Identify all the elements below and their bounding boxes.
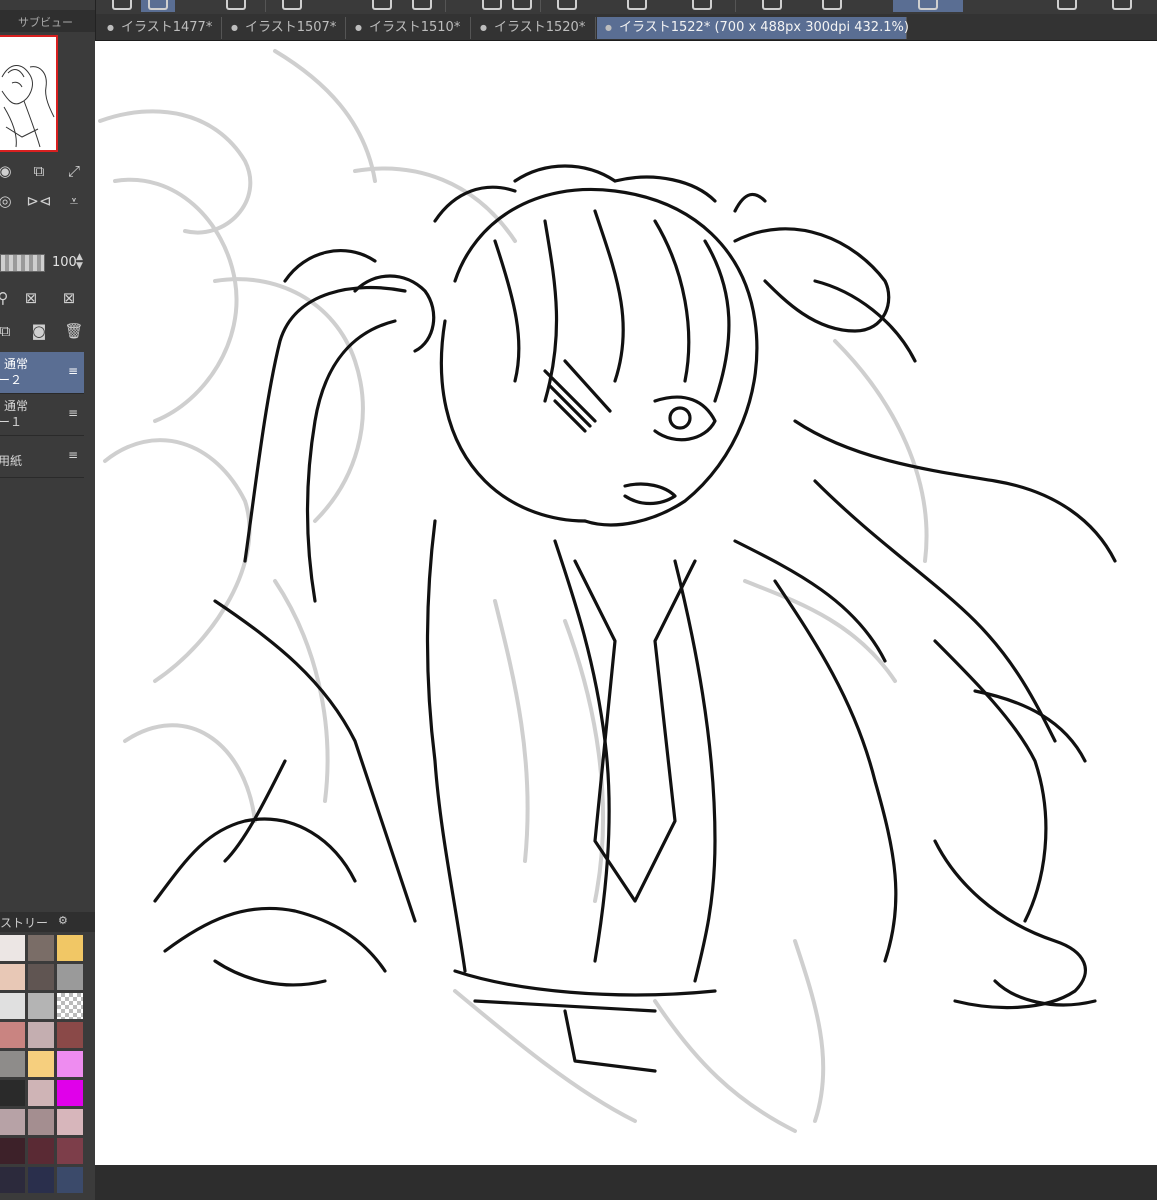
trash-icon[interactable]: 🗑: [61, 318, 87, 344]
layer-blend-mode: 通常: [4, 357, 29, 371]
color-swatch[interactable]: [0, 1051, 25, 1077]
layer-name: 用紙: [0, 454, 23, 468]
toolbar-button[interactable]: [405, 0, 439, 12]
toolbar-button[interactable]: [620, 0, 654, 12]
toolbar-button[interactable]: [275, 0, 309, 12]
toolbar-button[interactable]: [550, 0, 584, 12]
color-swatch[interactable]: [57, 1051, 83, 1077]
color-swatch[interactable]: [0, 1080, 25, 1106]
flip-vertical-icon[interactable]: ⩡: [61, 188, 87, 214]
palette-header: ストリー ⚙: [0, 912, 95, 932]
toolbar-button-active[interactable]: [141, 0, 175, 12]
color-swatch[interactable]: [57, 1167, 83, 1193]
drawing-canvas[interactable]: [95, 41, 1157, 1165]
toolbar-separator: [445, 0, 446, 12]
toolbar-button[interactable]: [219, 0, 253, 12]
color-swatch[interactable]: [0, 964, 25, 990]
layer-opacity-value: 100: [52, 255, 77, 270]
color-swatch[interactable]: [0, 935, 25, 961]
rotate-icon[interactable]: ◉: [0, 158, 18, 184]
mask-icon[interactable]: ◙: [26, 318, 52, 344]
toolbar-button[interactable]: [685, 0, 719, 12]
left-panel: サブビュー ◉ ⧉ ⤢ ◎ ⊳⊲ ⩡ 100 ▲ ▼ ⚲ ⊠ ⊠ ⧉ ◙ 🗑 通常…: [0, 0, 96, 1200]
tab-illust-1522[interactable]: イラスト1522* (700 x 488px 300dpi 432.1%): [597, 17, 909, 39]
sketch-artwork: [98, 49, 1117, 1133]
toolbar-separator: [540, 0, 541, 12]
color-swatch[interactable]: [57, 1109, 83, 1135]
color-swatch[interactable]: [57, 1022, 83, 1048]
top-toolbar: [95, 0, 1157, 14]
color-swatch[interactable]: [28, 964, 54, 990]
layer-item[interactable]: 通常 ー１ ≡: [0, 394, 84, 436]
color-swatch[interactable]: [57, 1080, 83, 1106]
toolbar-button[interactable]: [365, 0, 399, 12]
color-swatch[interactable]: [0, 1138, 25, 1164]
tab-illust-1507[interactable]: イラスト1507*: [223, 17, 346, 39]
flip-horizontal-icon[interactable]: ⊳⊲: [26, 188, 52, 214]
color-swatch[interactable]: [28, 1167, 54, 1193]
draft-layer-icon[interactable]: ⊠: [56, 285, 82, 311]
palette-settings-icon[interactable]: ⚙: [58, 914, 68, 927]
tab-illust-1520[interactable]: イラスト1520*: [472, 17, 596, 39]
layer-item[interactable]: 用紙 ≡: [0, 436, 84, 478]
transparent-color-swatch[interactable]: [57, 993, 83, 1019]
undo-button[interactable]: [475, 0, 509, 12]
document-tab-bar: イラスト1477* イラスト1507* イラスト1510* イラスト1520* …: [95, 14, 1157, 41]
reset-icon[interactable]: ◎: [0, 188, 18, 214]
copy-transform-icon[interactable]: ⧉: [26, 158, 52, 184]
color-swatch[interactable]: [57, 935, 83, 961]
palette-title: ストリー: [0, 916, 49, 930]
color-swatch[interactable]: [28, 1022, 54, 1048]
layer-menu-icon[interactable]: ≡: [68, 448, 78, 462]
toolbar-button[interactable]: [105, 0, 139, 12]
toolbar-button[interactable]: [1105, 0, 1139, 12]
color-swatch[interactable]: [28, 1080, 54, 1106]
layer-menu-icon[interactable]: ≡: [68, 364, 78, 378]
opacity-stepper-icon[interactable]: ▲ ▼: [76, 253, 83, 271]
tab-illust-1477[interactable]: イラスト1477*: [99, 17, 222, 39]
toolbar-button[interactable]: [1050, 0, 1084, 12]
layer-menu-icon[interactable]: ≡: [68, 406, 78, 420]
subview-thumbnail[interactable]: [0, 35, 58, 152]
toolbar-button-active[interactable]: [893, 0, 963, 12]
subview-title: サブビュー: [18, 16, 73, 29]
toolbar-button[interactable]: [755, 0, 789, 12]
toolbar-separator: [265, 0, 266, 12]
tab-illust-1510[interactable]: イラスト1510*: [347, 17, 471, 39]
color-swatch[interactable]: [28, 1109, 54, 1135]
status-bar: [95, 1165, 1157, 1200]
layer-item[interactable]: 通常 ー２ ≡: [0, 352, 84, 394]
expand-icon[interactable]: ⤢: [61, 158, 87, 184]
color-swatch[interactable]: [28, 993, 54, 1019]
color-swatch[interactable]: [0, 1167, 25, 1193]
redo-button[interactable]: [505, 0, 539, 12]
layer-opacity-slider[interactable]: [0, 254, 45, 272]
new-layer-icon[interactable]: ⧉: [0, 318, 18, 344]
toolbar-separator: [735, 0, 736, 12]
color-swatch[interactable]: [0, 993, 25, 1019]
color-swatch[interactable]: [57, 1138, 83, 1164]
layer-name: ー２: [0, 373, 23, 387]
color-swatch[interactable]: [28, 1051, 54, 1077]
color-swatch[interactable]: [0, 1022, 25, 1048]
layer-blend-mode: 通常: [4, 399, 29, 413]
color-swatch[interactable]: [0, 1109, 25, 1135]
layer-name: ー１: [0, 415, 23, 429]
reference-layer-icon[interactable]: ⊠: [18, 285, 44, 311]
toolbar-button[interactable]: [815, 0, 849, 12]
color-swatch[interactable]: [28, 1138, 54, 1164]
color-swatch[interactable]: [28, 935, 54, 961]
subview-header: サブビュー: [0, 10, 95, 32]
clipping-icon[interactable]: ⚲: [0, 285, 16, 311]
color-swatch[interactable]: [57, 964, 83, 990]
